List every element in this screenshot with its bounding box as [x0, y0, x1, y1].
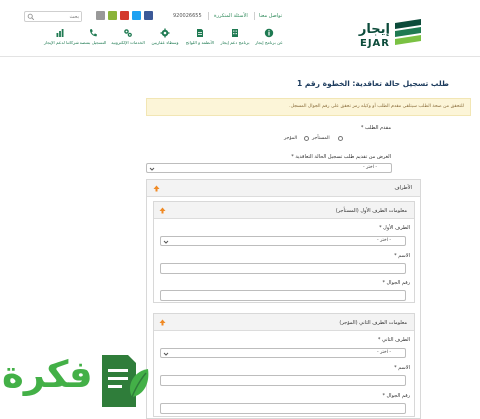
nav-item-regulations[interactable]: الأنظمة و اللوائح	[183, 28, 217, 52]
verification-alert: للتحقق من صحة الطلب سيتلقى مقدم الطلب أو…	[146, 98, 471, 116]
party2-mobile-input[interactable]	[160, 403, 406, 414]
collapse-arrow-icon[interactable]	[153, 185, 160, 192]
phone-icon	[89, 29, 97, 37]
radio-landlord-label: المؤجر	[284, 136, 298, 141]
search-input[interactable]	[37, 12, 81, 21]
fikra-watermark-logo: فكرة	[0, 345, 170, 411]
party2-panel: معلومات الطرف الثاني (المؤجر) الطرف الثا…	[153, 313, 415, 417]
nav-label: الأنظمة و اللوائح	[185, 40, 215, 45]
search-icon[interactable]	[27, 13, 35, 21]
party1-mobile-label: رقم الجوال *	[382, 280, 410, 286]
chevron-down-icon	[149, 167, 155, 171]
party2-select[interactable]: - اختر -	[160, 348, 406, 358]
logo-english-text: EJAR	[360, 38, 390, 49]
divider	[208, 12, 209, 20]
nav-item-partners[interactable]: شركائنا لدعم الإيجار	[44, 28, 79, 52]
nav-item-support[interactable]: برنامج دعم إيجار	[218, 28, 252, 52]
party2-select-value: - اختر -	[377, 350, 391, 355]
parties-title: الأطراف	[394, 185, 412, 191]
nav-item-eservices[interactable]: الخدمات الإلكترونية	[110, 28, 146, 52]
party1-mobile-input[interactable]	[160, 290, 406, 301]
phone-number[interactable]: 920026655	[173, 13, 202, 19]
search-box[interactable]	[24, 11, 82, 22]
contact-link[interactable]: تواصل معنا	[259, 13, 282, 19]
nav-label: شركائنا لدعم الإيجار	[44, 40, 79, 45]
building-icon	[232, 29, 238, 37]
party1-party-label: الطرف الأول *	[379, 225, 410, 231]
nav-label: التسجيل بمنصة	[79, 40, 107, 45]
party2-name-label: الاسم *	[394, 365, 410, 371]
party1-select-value: - اختر -	[377, 238, 391, 243]
page-title: طلب تسجيل حالة تعاقدية: الخطوة رقم 1	[297, 79, 449, 88]
document-icon	[197, 29, 203, 37]
gear-icon	[160, 28, 170, 38]
parties-panel-header[interactable]: الأطراف	[147, 180, 420, 197]
nav-label: وسطاء عقاريين	[151, 40, 179, 45]
divider	[254, 12, 255, 20]
purpose-label: الغرض من تقديم طلب تسجيل الحالة التعاقدي…	[291, 154, 391, 160]
nav-item-brokers[interactable]: وسطاء عقاريين	[148, 28, 182, 52]
applicant-label: مقدم الطلب *	[360, 125, 391, 131]
party2-name-input[interactable]	[160, 375, 406, 386]
party2-title: معلومات الطرف الثاني (المؤجر)	[339, 320, 407, 326]
faq-link[interactable]: الأسئلة المتكررة	[214, 13, 248, 19]
apple-icon[interactable]	[96, 11, 105, 20]
nav-item-about[interactable]: عن برنامج إيجار	[254, 28, 284, 52]
party2-mobile-label: رقم الجوال *	[382, 393, 410, 399]
nav-item-register[interactable]: التسجيل بمنصة	[78, 28, 108, 52]
youtube-icon[interactable]	[120, 11, 129, 20]
facebook-icon[interactable]	[144, 11, 153, 20]
info-icon	[264, 28, 274, 38]
ejar-logo[interactable]: إيجار EJAR	[351, 19, 423, 59]
purpose-select[interactable]: - اختر -	[146, 163, 392, 173]
party2-party-label: الطرف الثاني *	[377, 337, 410, 343]
radio-tenant[interactable]	[338, 136, 343, 141]
party1-panel-header[interactable]: معلومات الطرف الأول (المستأجر)	[154, 202, 414, 219]
radio-landlord[interactable]	[304, 136, 309, 141]
services-icon	[124, 29, 132, 37]
purpose-select-value: - اختر -	[363, 165, 377, 170]
party1-select[interactable]: - اختر -	[160, 236, 406, 246]
parties-panel: الأطراف معلومات الطرف الأول (المستأجر) ا…	[146, 179, 421, 419]
watermark-text: فكرة	[2, 353, 93, 396]
header-divider	[0, 56, 480, 57]
android-icon[interactable]	[108, 11, 117, 20]
party1-name-label: الاسم *	[394, 253, 410, 259]
site-header: 920026655 الأسئلة المتكررة تواصل معنا إي…	[0, 0, 480, 56]
chevron-down-icon	[163, 240, 169, 244]
radio-tenant-label: المستأجر	[312, 136, 330, 141]
logo-mark-icon	[395, 19, 421, 45]
logo-arabic-text: إيجار	[358, 22, 390, 37]
chart-icon	[56, 29, 64, 37]
nav-label: الخدمات الإلكترونية	[111, 40, 145, 45]
party1-title: معلومات الطرف الأول (المستأجر)	[335, 208, 407, 214]
nav-label: عن برنامج إيجار	[255, 40, 283, 45]
collapse-arrow-icon[interactable]	[159, 207, 166, 214]
party2-panel-header[interactable]: معلومات الطرف الثاني (المؤجر)	[154, 314, 414, 331]
party1-name-input[interactable]	[160, 263, 406, 274]
party1-panel: معلومات الطرف الأول (المستأجر) الطرف الأ…	[153, 201, 415, 303]
nav-label: برنامج دعم إيجار	[220, 40, 250, 45]
collapse-arrow-icon[interactable]	[159, 319, 166, 326]
twitter-icon[interactable]	[132, 11, 141, 20]
document-leaf-icon	[102, 355, 149, 407]
